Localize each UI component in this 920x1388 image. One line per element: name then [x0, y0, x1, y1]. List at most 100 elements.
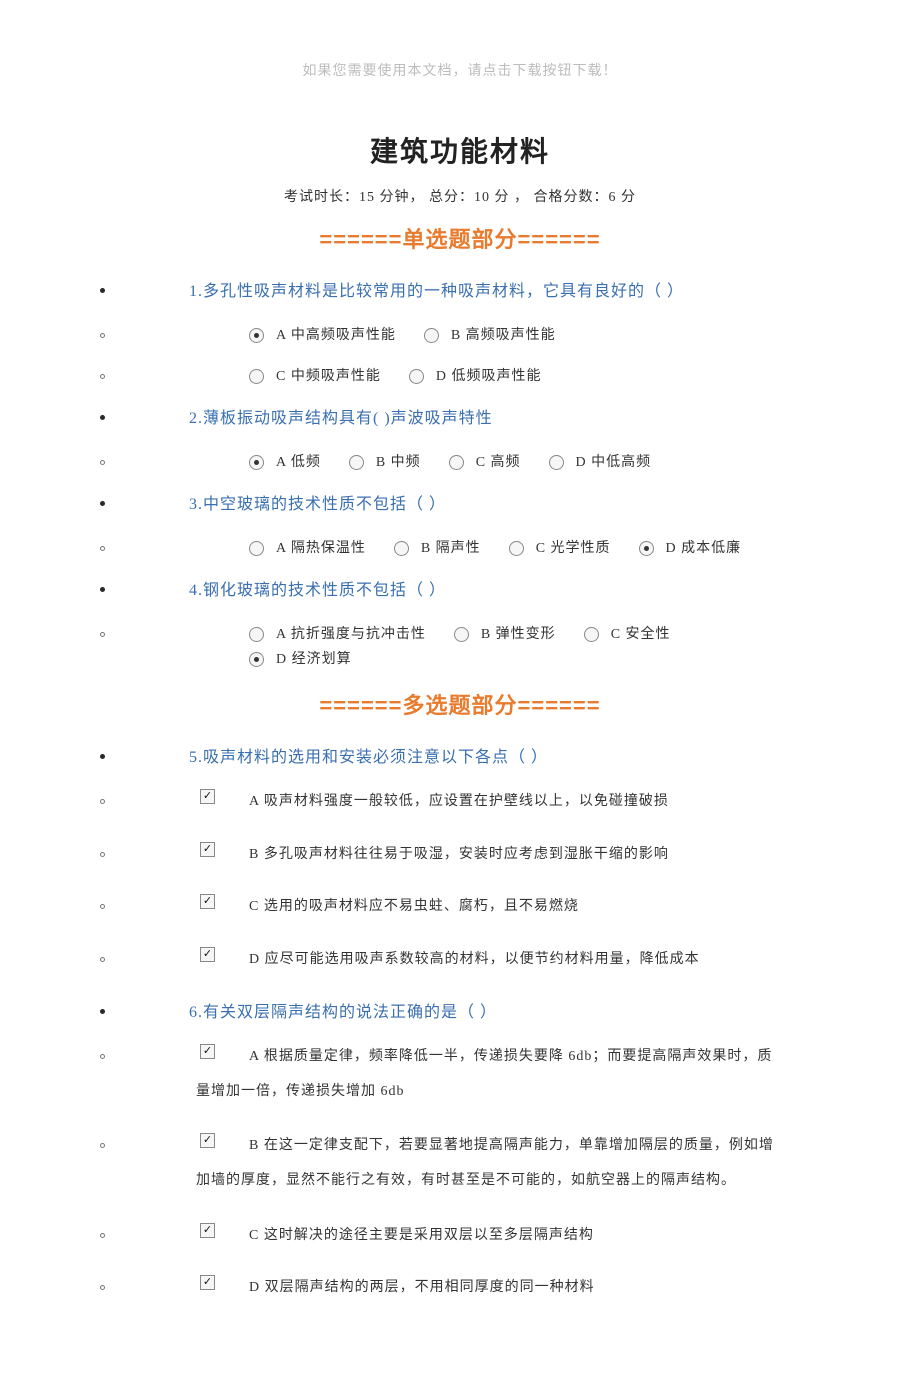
question-4: 4.钢化玻璃的技术性质不包括（ ）	[100, 577, 820, 606]
option-label: D 经济划算	[276, 647, 352, 672]
question-6-option-a: A 根据质量定律，频率降低一半，传递损失要降 6db；而要提高隔声效果时，质	[100, 1044, 820, 1071]
bullet-dot-icon	[100, 415, 105, 420]
question-1: 1.多孔性吸声材料是比较常用的一种吸声材料，它具有良好的（ ）	[100, 278, 820, 307]
bullet-dot-icon	[100, 288, 105, 293]
question-5: 5.吸声材料的选用和安装必须注意以下各点（ ）	[100, 744, 820, 773]
radio-q4-a[interactable]	[249, 627, 264, 642]
checkbox-q5-c[interactable]	[200, 894, 215, 909]
option-label: D 中低高频	[576, 450, 652, 475]
bullet-dot-icon	[100, 754, 105, 759]
bullet-circle-icon	[100, 852, 105, 857]
option-label: A 抗折强度与抗冲击性	[276, 622, 426, 647]
option-label: B 多孔吸声材料往往易于吸湿，安装时应考虑到湿胀干缩的影响	[249, 842, 669, 869]
option-label: B 弹性变形	[481, 622, 556, 647]
option-label: C 光学性质	[536, 536, 611, 561]
question-6-option-c: C 这时解决的途径主要是采用双层以至多层隔声结构	[100, 1223, 820, 1250]
bullet-circle-icon	[100, 546, 105, 551]
bullet-circle-icon	[100, 957, 105, 962]
question-6-option-d: D 双层隔声结构的两层，不用相同厚度的同一种材料	[100, 1275, 820, 1302]
radio-q3-a[interactable]	[249, 541, 264, 556]
question-5-option-a: A 吸声材料强度一般较低，应设置在护壁线以上，以免碰撞破损	[100, 789, 820, 816]
option-label: C 安全性	[611, 622, 671, 647]
bullet-circle-icon	[100, 799, 105, 804]
option-label: B 隔声性	[421, 536, 481, 561]
radio-q1-d[interactable]	[409, 369, 424, 384]
option-label: B 中频	[376, 450, 421, 475]
question-5-option-d: D 应尽可能选用吸声系数较高的材料，以便节约材料用量，降低成本	[100, 947, 820, 974]
question-2-text: 2.薄板振动吸声结构具有( )声波吸声特性	[189, 405, 493, 434]
question-2-options: A 低频 B 中频 C 高频 D 中低高频	[100, 450, 820, 475]
radio-q3-c[interactable]	[509, 541, 524, 556]
radio-q3-b[interactable]	[394, 541, 409, 556]
radio-q2-c[interactable]	[449, 455, 464, 470]
option-label: A 隔热保温性	[276, 536, 366, 561]
bullet-dot-icon	[100, 1009, 105, 1014]
radio-q4-c[interactable]	[584, 627, 599, 642]
checkbox-q6-c[interactable]	[200, 1223, 215, 1238]
bullet-dot-icon	[100, 587, 105, 592]
checkbox-q5-d[interactable]	[200, 947, 215, 962]
checkbox-q6-d[interactable]	[200, 1275, 215, 1290]
radio-q1-b[interactable]	[424, 328, 439, 343]
question-4-text: 4.钢化玻璃的技术性质不包括（ ）	[189, 577, 446, 606]
option-label: D 低频吸声性能	[436, 364, 542, 389]
radio-q2-a[interactable]	[249, 455, 264, 470]
question-3-text: 3.中空玻璃的技术性质不包括（ ）	[189, 491, 446, 520]
option-label: A 吸声材料强度一般较低，应设置在护壁线以上，以免碰撞破损	[249, 789, 669, 816]
radio-q4-d[interactable]	[249, 652, 264, 667]
option-label: D 双层隔声结构的两层，不用相同厚度的同一种材料	[249, 1275, 595, 1302]
checkbox-q5-b[interactable]	[200, 842, 215, 857]
question-5-option-b: B 多孔吸声材料往往易于吸湿，安装时应考虑到湿胀干缩的影响	[100, 842, 820, 869]
option-label: B 在这一定律支配下，若要显著地提高隔声能力，单靠增加隔层的质量，例如增	[249, 1133, 774, 1160]
question-1-text: 1.多孔性吸声材料是比较常用的一种吸声材料，它具有良好的（ ）	[189, 278, 684, 307]
checkbox-q5-a[interactable]	[200, 789, 215, 804]
option-label: A 中高频吸声性能	[276, 323, 396, 348]
question-1-options-row1: A 中高频吸声性能 B 高频吸声性能	[100, 323, 820, 348]
question-2: 2.薄板振动吸声结构具有( )声波吸声特性	[100, 405, 820, 434]
question-6-option-a-cont: 量增加一倍，传递损失增加 6db	[196, 1079, 820, 1106]
option-label: C 选用的吸声材料应不易虫蛀、腐朽，且不易燃烧	[249, 894, 579, 921]
question-5-option-c: C 选用的吸声材料应不易虫蛀、腐朽，且不易燃烧	[100, 894, 820, 921]
radio-q2-b[interactable]	[349, 455, 364, 470]
page: 如果您需要使用本文档，请点击下载按钮下载！ 建筑功能材料 考试时长：15 分钟，…	[0, 0, 920, 1388]
radio-q3-d[interactable]	[639, 541, 654, 556]
option-label: A 根据质量定律，频率降低一半，传递损失要降 6db；而要提高隔声效果时，质	[249, 1044, 772, 1071]
bullet-circle-icon	[100, 374, 105, 379]
question-6-text: 6.有关双层隔声结构的说法正确的是（ ）	[189, 999, 497, 1028]
page-title: 建筑功能材料	[100, 130, 820, 170]
option-label: C 这时解决的途径主要是采用双层以至多层隔声结构	[249, 1223, 594, 1250]
checkbox-q6-b[interactable]	[200, 1133, 215, 1148]
question-4-options: A 抗折强度与抗冲击性 B 弹性变形 C 安全性 D 经济划算	[100, 622, 820, 672]
checkbox-q6-a[interactable]	[200, 1044, 215, 1059]
bullet-dot-icon	[100, 501, 105, 506]
question-6-option-b-cont: 加墙的厚度，显然不能行之有效，有时甚至是不可能的，如航空器上的隔声结构。	[196, 1168, 820, 1195]
bullet-circle-icon	[100, 333, 105, 338]
question-5-text: 5.吸声材料的选用和安装必须注意以下各点（ ）	[189, 744, 548, 773]
radio-q2-d[interactable]	[549, 455, 564, 470]
section-header-multi: ======多选题部分======	[100, 688, 820, 720]
top-note: 如果您需要使用本文档，请点击下载按钮下载！	[100, 60, 820, 80]
question-3-options: A 隔热保温性 B 隔声性 C 光学性质 D 成本低廉	[100, 536, 820, 561]
question-3: 3.中空玻璃的技术性质不包括（ ）	[100, 491, 820, 520]
bullet-circle-icon	[100, 632, 105, 637]
section-header-single: ======单选题部分======	[100, 222, 820, 254]
option-label: A 低频	[276, 450, 321, 475]
question-6-option-b: B 在这一定律支配下，若要显著地提高隔声能力，单靠增加隔层的质量，例如增	[100, 1133, 820, 1160]
radio-q4-b[interactable]	[454, 627, 469, 642]
bullet-circle-icon	[100, 460, 105, 465]
bullet-circle-icon	[100, 1054, 105, 1059]
question-6: 6.有关双层隔声结构的说法正确的是（ ）	[100, 999, 820, 1028]
bullet-circle-icon	[100, 1285, 105, 1290]
option-label: D 应尽可能选用吸声系数较高的材料，以便节约材料用量，降低成本	[249, 947, 700, 974]
radio-q1-c[interactable]	[249, 369, 264, 384]
bullet-circle-icon	[100, 1233, 105, 1238]
option-label: C 中频吸声性能	[276, 364, 381, 389]
radio-q1-a[interactable]	[249, 328, 264, 343]
bullet-circle-icon	[100, 1143, 105, 1148]
option-label: D 成本低廉	[666, 536, 742, 561]
option-label: C 高频	[476, 450, 521, 475]
bullet-circle-icon	[100, 904, 105, 909]
exam-info: 考试时长：15 分钟， 总分：10 分 ， 合格分数：6 分	[100, 186, 820, 206]
question-1-options-row2: C 中频吸声性能 D 低频吸声性能	[100, 364, 820, 389]
option-label: B 高频吸声性能	[451, 323, 556, 348]
